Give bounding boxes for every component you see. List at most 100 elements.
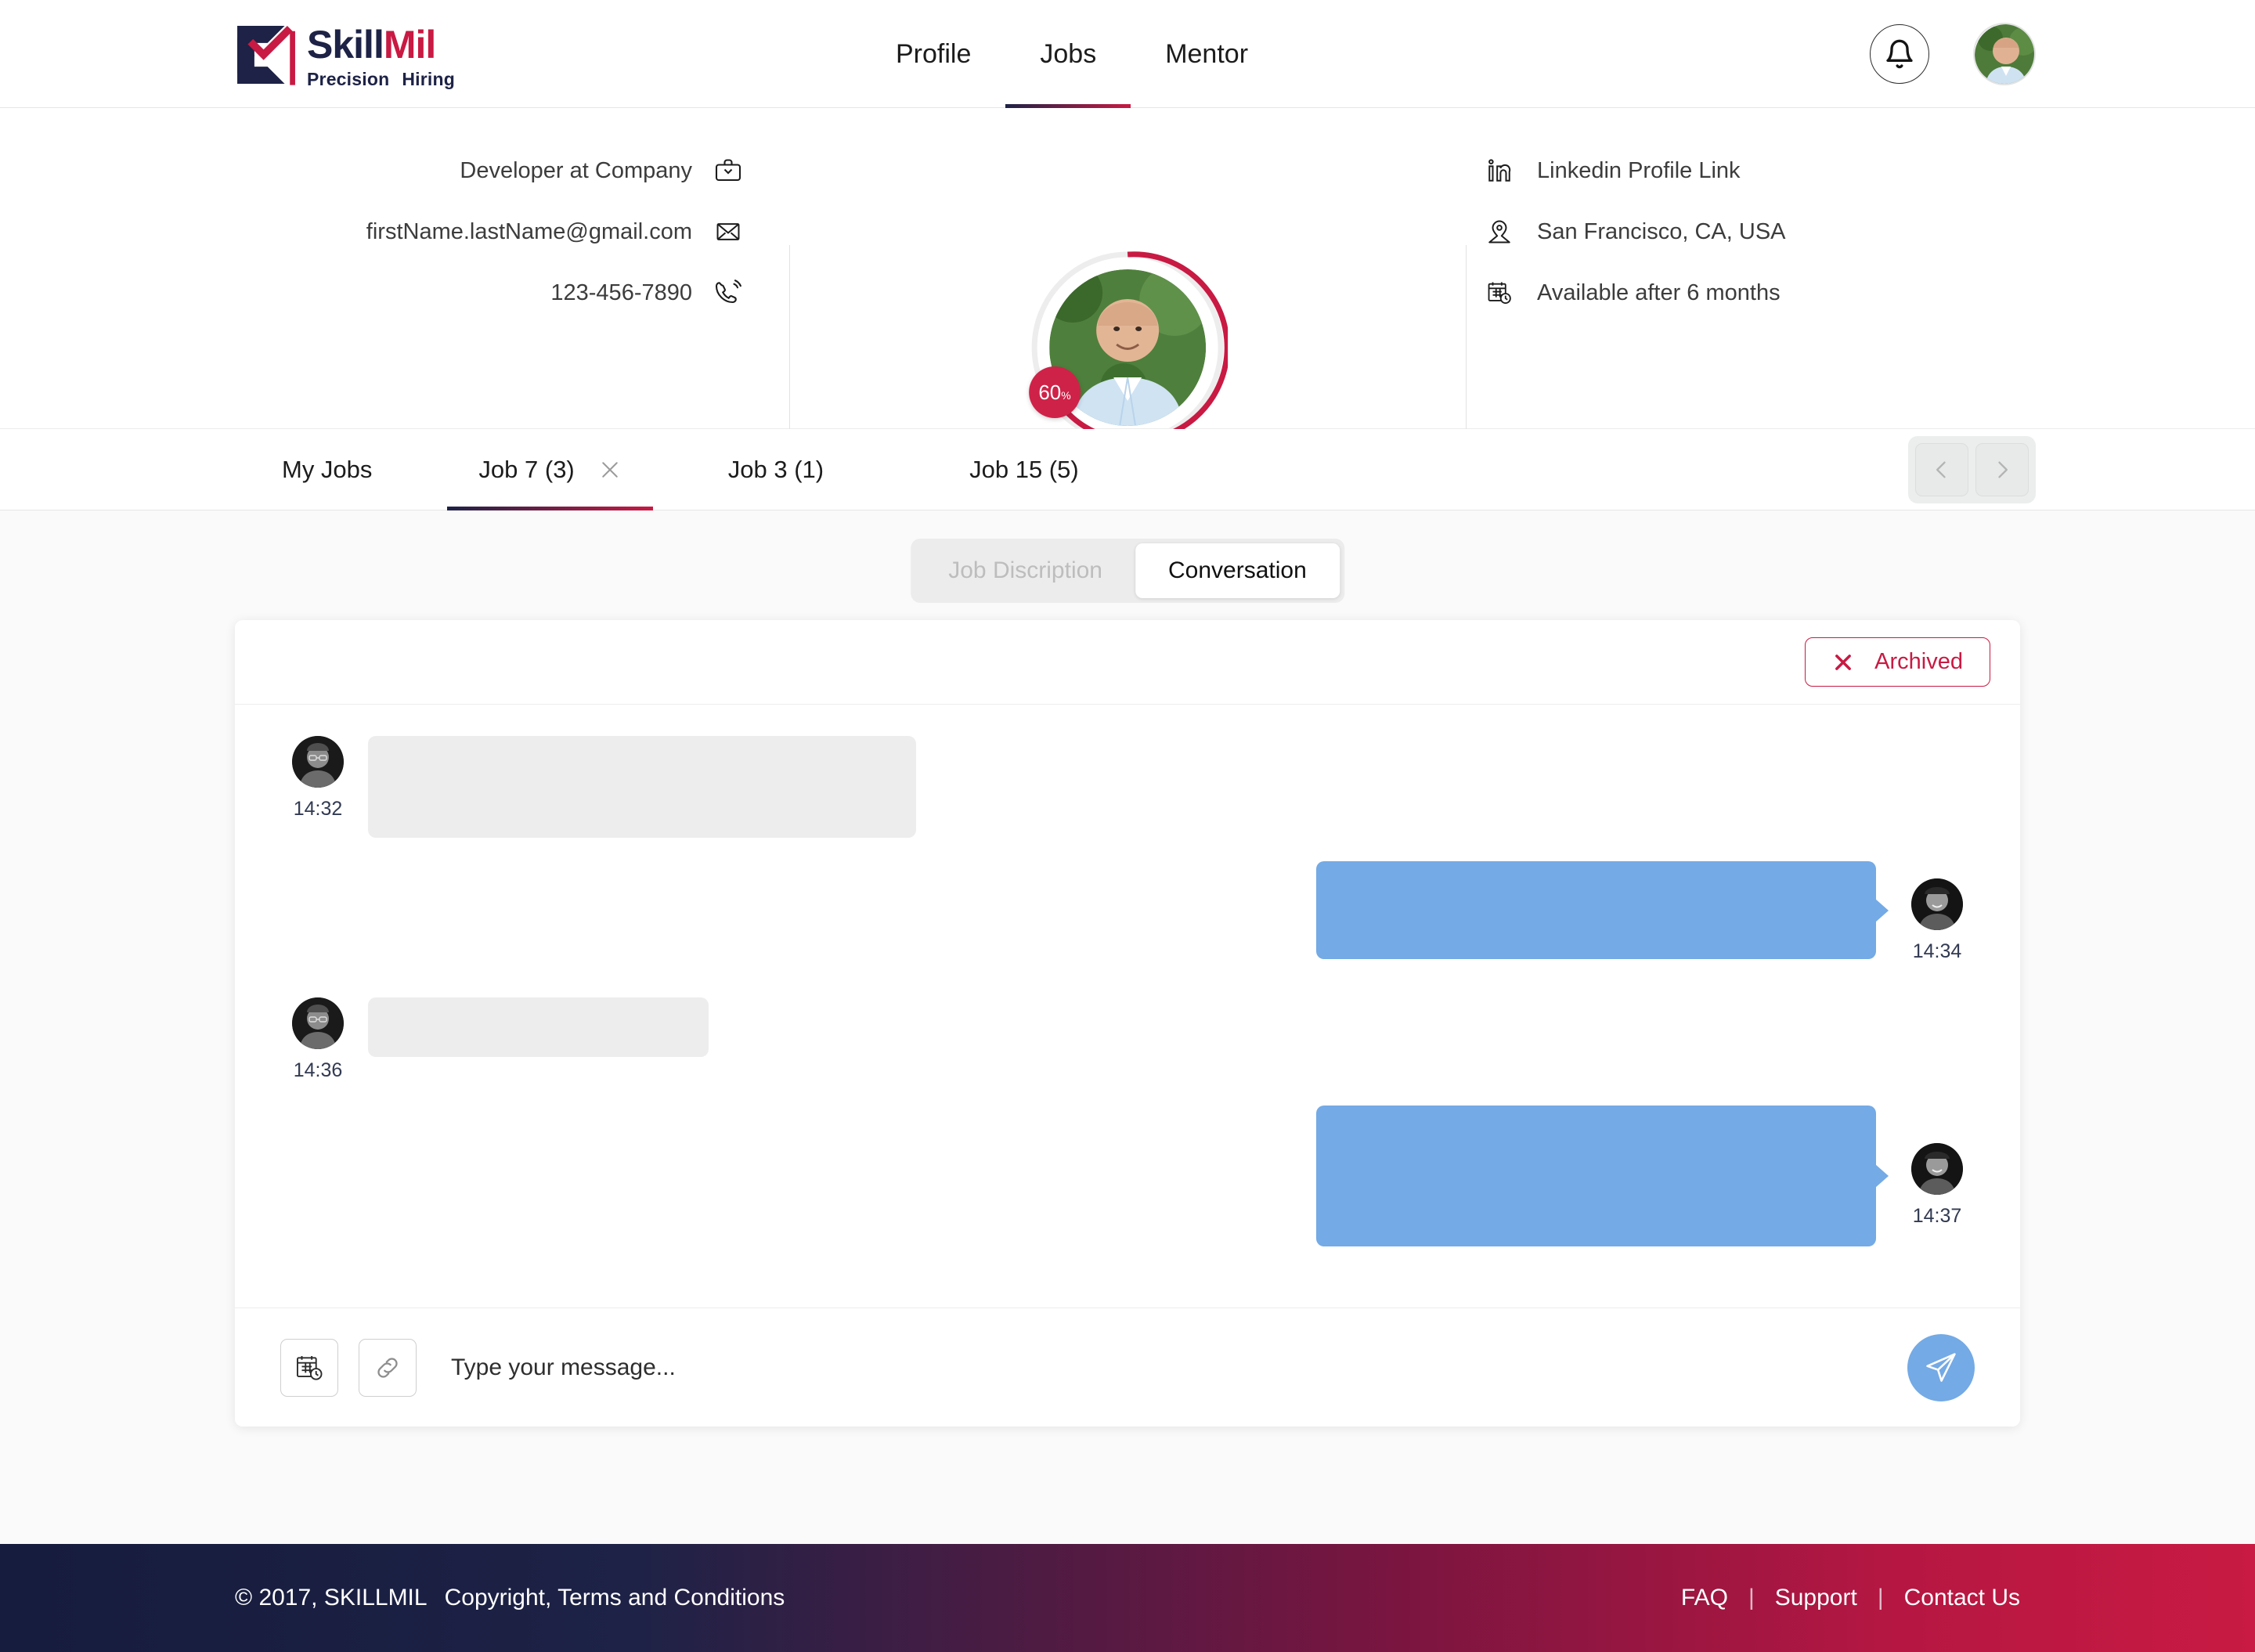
calendar-clock-icon <box>297 1355 323 1380</box>
profile-email: firstName.lastName@gmail.com <box>366 218 692 244</box>
profile-row-linkedin[interactable]: Linkedin Profile Link <box>1484 155 1786 186</box>
header-actions <box>1870 0 2036 108</box>
message-time: 14:34 <box>1912 940 1962 962</box>
job-tab-job-15[interactable]: Job 15 (5) <box>938 429 1110 510</box>
footer-link-support[interactable]: Support <box>1775 1585 1857 1611</box>
job-tab-job-7[interactable]: Job 7 (3) <box>447 429 654 510</box>
message-avatar <box>1911 1143 1963 1195</box>
profile-contact-column: Developer at Company firstName.lastName@… <box>0 155 791 308</box>
profile-details-column: Linkedin Profile Link San Francisco, CA,… <box>1484 155 1786 308</box>
close-x-icon <box>1835 654 1852 670</box>
profile-row-phone: 123-456-7890 <box>550 277 744 308</box>
skillmil-logo-icon <box>237 26 295 85</box>
conversation-card: Archived 14:32 14:34 14:36 14:37 Type yo… <box>235 620 2020 1427</box>
message-meta: 14:37 <box>1900 1106 1975 1246</box>
completion-percent-value: 60 <box>1038 381 1062 404</box>
archived-button[interactable]: Archived <box>1805 637 1990 687</box>
profile-completion-ring: 60% <box>1027 247 1228 448</box>
profile-row-availability: Available after 6 months <box>1484 277 1786 308</box>
profile-job-title: Developer at Company <box>460 157 692 183</box>
message-time: 14:32 <box>293 798 343 820</box>
user-avatar <box>1975 24 2034 84</box>
profile-row-location: San Francisco, CA, USA <box>1484 216 1786 247</box>
footer-copyright: © 2017, SKILLMIL Copyright, Terms and Co… <box>235 1585 785 1611</box>
profile-row-job-title: Developer at Company <box>460 155 744 186</box>
message-time: 14:36 <box>293 1059 343 1081</box>
tab-conversation[interactable]: Conversation <box>1135 543 1340 598</box>
job-tabs-next-button[interactable] <box>1975 442 2029 496</box>
message-avatar <box>292 736 344 788</box>
logo-tagline-1: Precision <box>307 69 390 89</box>
logo-skill: Skill <box>307 23 384 67</box>
job-tab-close-button[interactable] <box>598 458 622 482</box>
link-icon <box>377 1357 398 1378</box>
chevron-left-icon <box>1936 461 1946 478</box>
logo-tagline: Precision Hiring <box>307 69 455 90</box>
job-tabs-pager <box>1908 435 2036 503</box>
app-footer: © 2017, SKILLMIL Copyright, Terms and Co… <box>0 1544 2255 1652</box>
profile-location: San Francisco, CA, USA <box>1537 218 1786 244</box>
notifications-button[interactable] <box>1870 24 1929 84</box>
profile-divider-left <box>789 245 790 453</box>
brand-logo[interactable]: SkillMil Precision Hiring <box>233 22 455 90</box>
message-time: 14:37 <box>1912 1205 1962 1227</box>
close-x-icon <box>602 461 618 478</box>
location-pin-icon <box>1484 216 1515 247</box>
linkedin-icon <box>1484 155 1515 186</box>
message-bubble[interactable] <box>1316 861 1876 959</box>
message-bubble[interactable] <box>368 736 916 838</box>
main-content: Job Discription Conversation Archived 14… <box>0 510 2255 1544</box>
logo-tagline-2: Hiring <box>402 69 455 89</box>
footer-link-faq[interactable]: FAQ <box>1681 1585 1728 1611</box>
message-composer <box>235 1308 2020 1427</box>
logo-mil: Mil <box>383 23 436 67</box>
message-in-2: 14:36 <box>280 997 1975 1082</box>
conversation-header: Archived <box>235 620 2020 705</box>
footer-links: FAQ | Support | Contact Us <box>1681 1585 2020 1611</box>
job-tab-my-jobs-label: My Jobs <box>282 455 373 483</box>
attach-link-button[interactable] <box>359 1338 417 1397</box>
logo-wordmark: SkillMil <box>307 25 455 64</box>
chevron-right-icon <box>1998 461 2008 478</box>
job-tabs-bar: My Jobs Job 7 (3) Job 3 (1) Job 15 (5) <box>0 429 2255 510</box>
footer-copyright-text: © 2017, SKILLMIL <box>235 1585 428 1611</box>
profile-linkedin-link: Linkedin Profile Link <box>1537 157 1741 183</box>
message-list: 14:32 14:34 14:36 14:37 <box>235 705 2020 1308</box>
message-bubble[interactable] <box>368 997 709 1057</box>
footer-separator: | <box>1748 1585 1755 1611</box>
message-meta: 14:32 <box>280 736 355 838</box>
message-avatar <box>1911 878 1963 930</box>
message-bubble[interactable] <box>1316 1106 1876 1246</box>
job-tab-job-3[interactable]: Job 3 (1) <box>697 429 855 510</box>
nav-jobs[interactable]: Jobs <box>1005 0 1131 108</box>
message-avatar <box>292 997 344 1049</box>
send-message-button[interactable] <box>1907 1333 1975 1401</box>
user-avatar-button[interactable] <box>1973 23 2036 85</box>
job-tab-job-15-label: Job 15 (5) <box>969 455 1079 483</box>
message-input[interactable] <box>451 1354 1907 1381</box>
message-in-1: 14:32 <box>280 736 1975 838</box>
app-header: SkillMil Precision Hiring Profile Jobs Me… <box>0 0 2255 108</box>
footer-terms-link[interactable]: Copyright, Terms and Conditions <box>445 1585 785 1611</box>
job-tab-my-jobs[interactable]: My Jobs <box>251 429 403 510</box>
schedule-button[interactable] <box>280 1338 338 1397</box>
paper-plane-icon <box>1926 1352 1956 1382</box>
bell-icon <box>1886 39 1913 69</box>
message-meta: 14:34 <box>1900 861 1975 963</box>
profile-summary: Developer at Company firstName.lastName@… <box>0 108 2255 528</box>
nav-mentor[interactable]: Mentor <box>1131 0 1283 108</box>
footer-separator: | <box>1877 1585 1884 1611</box>
briefcase-icon <box>713 155 744 186</box>
completion-percent-badge: 60% <box>1029 366 1081 418</box>
completion-percent-symbol: % <box>1061 389 1071 402</box>
message-out-2: 14:37 <box>280 1106 1975 1246</box>
footer-link-contact-us[interactable]: Contact Us <box>1904 1585 2020 1611</box>
profile-availability: Available after 6 months <box>1537 280 1781 305</box>
message-meta: 14:36 <box>280 997 355 1082</box>
job-tabs-prev-button[interactable] <box>1915 442 1968 496</box>
tab-job-description[interactable]: Job Discription <box>915 543 1135 598</box>
nav-profile[interactable]: Profile <box>861 0 1005 108</box>
envelope-icon <box>713 216 744 247</box>
main-navigation: Profile Jobs Mentor <box>861 0 1283 108</box>
view-switcher: Job Discription Conversation <box>911 539 1344 603</box>
